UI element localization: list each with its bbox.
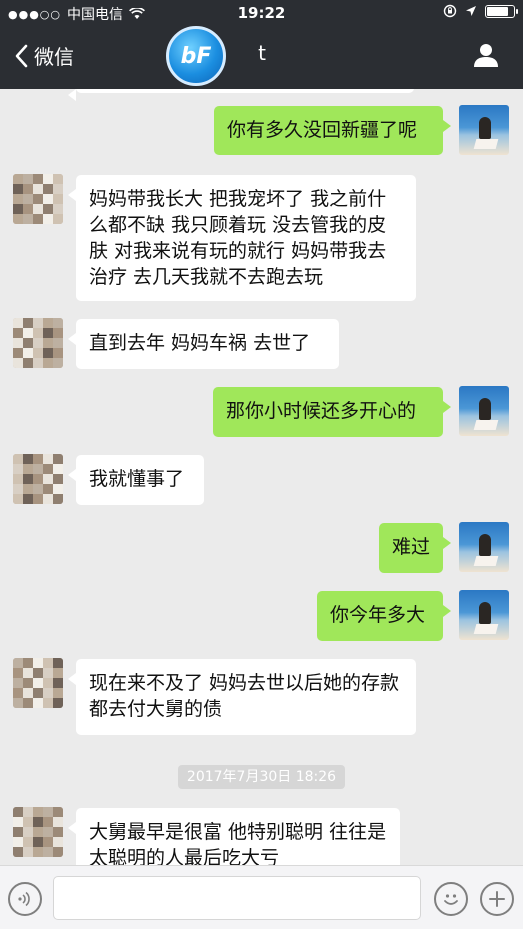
- self-avatar[interactable]: [459, 386, 509, 436]
- nav-bar: 微信 bF t: [0, 26, 523, 89]
- message-bubble[interactable]: 大舅最早是很富 他特别聪明 往往是太聪明的人最后吃大亏: [68, 808, 400, 865]
- battery-level: [487, 6, 509, 16]
- voice-button[interactable]: [8, 882, 42, 916]
- battery-icon: [485, 4, 518, 18]
- app-logo: bF: [166, 26, 226, 86]
- plus-icon: [489, 891, 505, 907]
- message-bubble[interactable]: 那你小时候还多开心的: [213, 387, 451, 437]
- message-bubble[interactable]: 你今年多大: [317, 591, 451, 641]
- input-bar: [0, 865, 523, 929]
- message-bubble[interactable]: 妈妈带我长大 把我宠坏了 我之前什么都不缺 我只顾着玩 没去管我的皮肤 对我来说…: [68, 175, 416, 301]
- voice-icon: [18, 891, 30, 907]
- self-avatar[interactable]: [459, 105, 509, 155]
- chevron-left-icon: [15, 44, 28, 67]
- chat-area[interactable]: 你有多久没回新疆了呢 妈妈带我长大 把我宠坏了 我之前什么都不缺 我只顾着玩 没…: [0, 89, 523, 865]
- contact-avatar[interactable]: [13, 174, 63, 224]
- message-input[interactable]: [53, 876, 421, 920]
- message-bubble[interactable]: 难过: [379, 523, 451, 573]
- message-bubble[interactable]: 现在来不及了 妈妈去世以后她的存款 都去付大舅的债: [68, 659, 416, 735]
- contact-avatar[interactable]: [13, 454, 63, 504]
- contact-avatar[interactable]: [13, 658, 63, 708]
- location-arrow-icon: [466, 6, 476, 16]
- emoji-button[interactable]: [434, 882, 468, 916]
- person-icon[interactable]: [471, 40, 501, 70]
- rotation-lock-icon: [443, 4, 457, 18]
- message-timestamp: 2017年7月30日 18:26: [178, 765, 345, 789]
- emoji-icon: [444, 894, 458, 905]
- self-avatar[interactable]: [459, 522, 509, 572]
- message-bubble[interactable]: 直到去年 妈妈车祸 去世了: [68, 319, 339, 369]
- message-bubble[interactable]: 你有多久没回新疆了呢: [214, 106, 451, 155]
- status-bar: ●●●○○ 中国电信 19:22: [0, 0, 523, 26]
- status-right: [443, 4, 518, 18]
- back-button[interactable]: 微信: [14, 41, 74, 70]
- message-bubble[interactable]: 我就懂事了: [68, 455, 204, 505]
- add-button[interactable]: [480, 882, 514, 916]
- back-label: 微信: [34, 45, 74, 69]
- chat-title: t: [258, 41, 266, 65]
- self-avatar[interactable]: [459, 590, 509, 640]
- contact-avatar[interactable]: [13, 807, 63, 857]
- contact-avatar[interactable]: [13, 318, 63, 368]
- header: ●●●○○ 中国电信 19:22 微信 bF t: [0, 0, 523, 89]
- partial-message-bubble[interactable]: [68, 89, 414, 101]
- app-logo-text: bF: [180, 43, 212, 69]
